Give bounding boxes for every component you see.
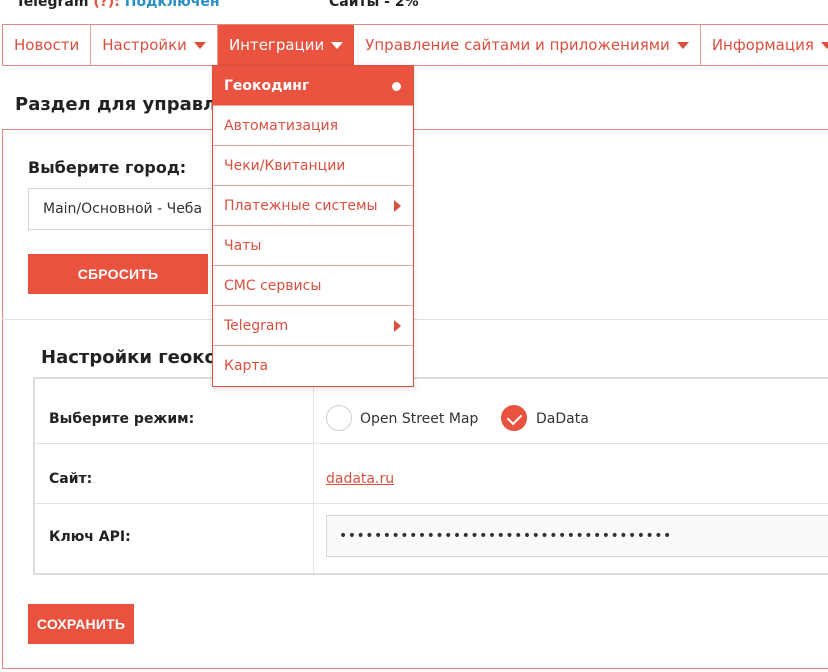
city-label: Выберите город: [28,158,187,177]
dropdown-item-label: Telegram [224,317,289,334]
chevron-right-icon [394,320,401,332]
telegram-help-link[interactable]: (?): [93,0,120,10]
mode-label: Выберите режим: [49,411,195,427]
sites-status: Сайты - 2% [329,0,419,10]
nav-item-label: Интеграции [228,36,325,54]
dropdown-item-label: Геокодинг [224,77,310,94]
main-nav: Новости Настройки Интеграции Управление … [2,24,828,66]
nav-item-label: Информация [711,36,814,54]
nav-item-label: Управление сайтами и приложениями [365,36,670,54]
dropdown-item-label: СМС сервисы [224,277,322,294]
chevron-right-icon [394,200,401,212]
api-key-input[interactable]: •••••••••••••••••••••••••••••••••••••• [326,515,828,557]
city-select[interactable]: Main/Основной - Чеба [28,188,218,230]
active-dot-icon [392,82,401,91]
dropdown-item-sms-services[interactable]: СМС сервисы [213,266,413,306]
nav-item-news[interactable]: Новости [3,25,92,65]
radio-osm[interactable] [326,405,352,431]
site-row: Сайт: dadata.ru [35,443,828,504]
telegram-status: Telegram (?): Подключен [16,0,220,10]
nav-item-label: Настройки [102,36,187,54]
nav-item-integrations[interactable]: Интеграции [217,25,355,65]
dropdown-item-label: Чеки/Квитанции [224,157,346,174]
dropdown-item-payment-systems[interactable]: Платежные системы [213,186,413,226]
reset-button[interactable]: СБРОСИТЬ [28,254,208,294]
dropdown-item-label: Автоматизация [224,117,339,134]
nav-item-settings[interactable]: Настройки [91,25,218,65]
caret-down-icon [820,41,828,49]
integrations-dropdown: Геокодинг Автоматизация Чеки/Квитанции П… [212,65,414,387]
dropdown-item-map[interactable]: Карта [213,346,413,386]
radio-osm-label[interactable]: Open Street Map [360,411,478,427]
dropdown-item-receipts[interactable]: Чеки/Квитанции [213,146,413,186]
nav-item-information[interactable]: Информация [701,25,828,65]
dropdown-item-label: Платежные системы [224,197,378,214]
site-label: Сайт: [49,471,93,487]
dropdown-item-chats[interactable]: Чаты [213,226,413,266]
radio-dadata-label[interactable]: DaData [536,411,589,427]
divider [2,319,828,320]
geocoding-settings-table: Выберите режим: Open Street Map DaData С… [33,377,828,575]
mode-row: Выберите режим: Open Street Map DaData [35,379,828,444]
dropdown-item-telegram[interactable]: Telegram [213,306,413,346]
nav-item-site-management[interactable]: Управление сайтами и приложениями [354,25,701,65]
dropdown-item-label: Карта [224,358,269,374]
api-key-label: Ключ API: [49,529,131,545]
save-button[interactable]: СОХРАНИТЬ [28,604,134,644]
caret-down-icon [193,41,206,49]
caret-down-icon [676,41,689,49]
site-link[interactable]: dadata.ru [326,471,394,487]
dropdown-item-automation[interactable]: Автоматизация [213,106,413,146]
telegram-state: Подключен [124,0,220,10]
telegram-status-label: Telegram [16,0,89,10]
caret-down-icon [331,41,344,49]
radio-dadata[interactable] [501,405,527,431]
dropdown-item-geocoding[interactable]: Геокодинг [213,66,413,106]
nav-item-label: Новости [14,36,80,54]
dropdown-item-label: Чаты [224,237,262,254]
